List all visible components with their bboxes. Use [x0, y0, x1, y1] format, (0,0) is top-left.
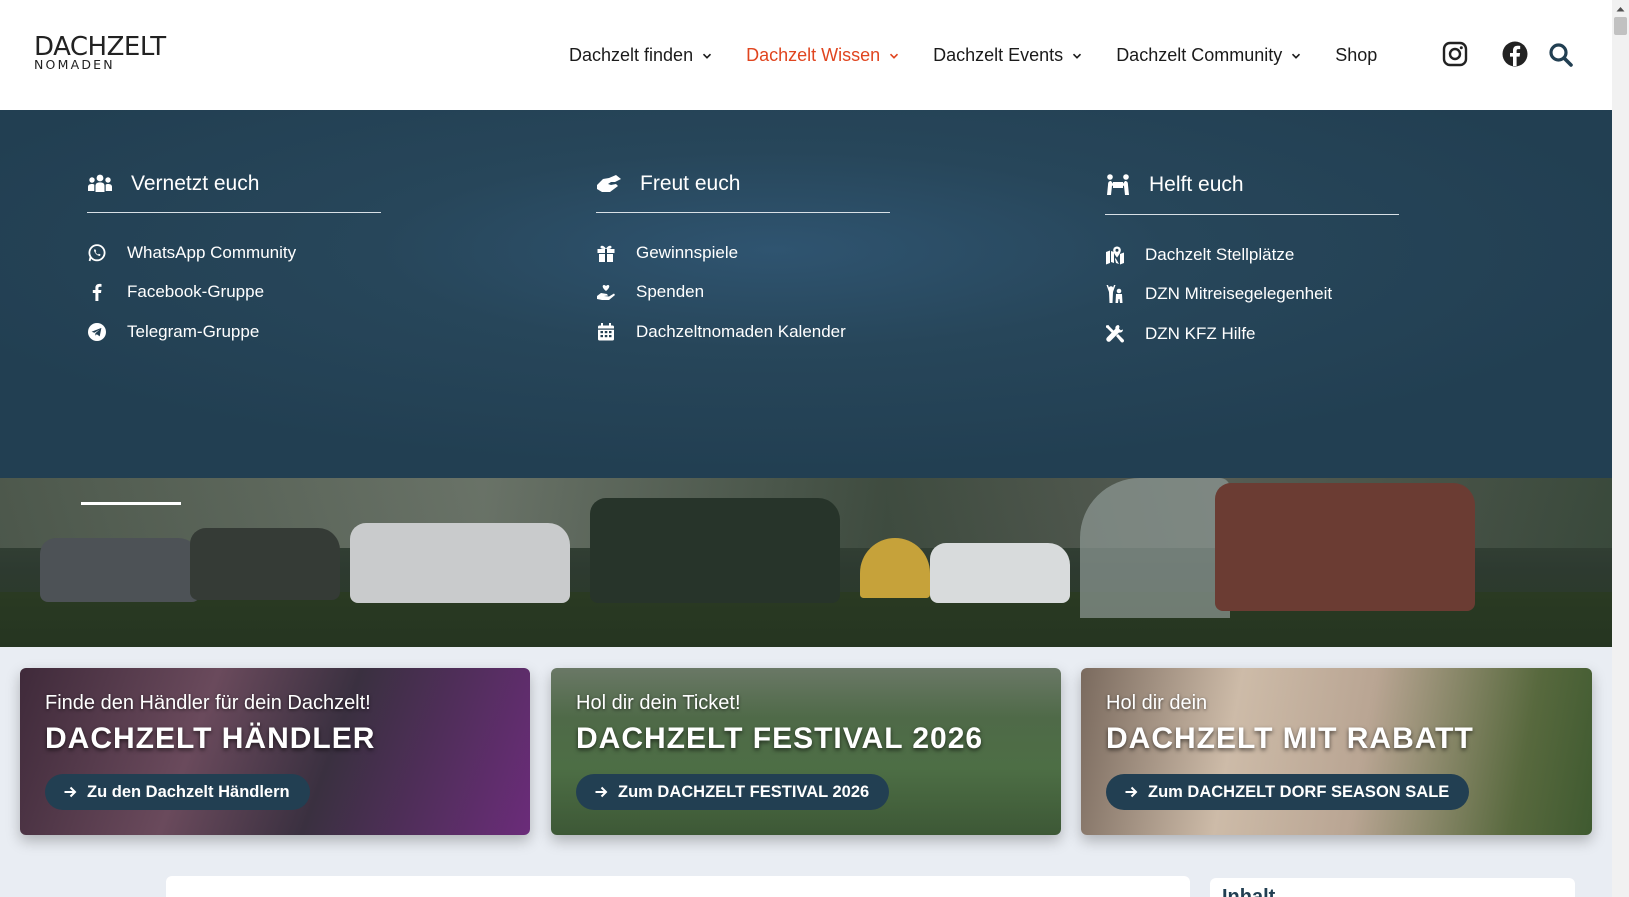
hero-image-car [40, 538, 200, 602]
tools-icon [1106, 324, 1125, 343]
site-header: DACHZELT NOMADEN Dachzelt finden Dachzel… [0, 0, 1612, 110]
promo-card-haendler[interactable]: Finde den Händler für dein Dachzelt! DAC… [20, 668, 530, 835]
hero-divider [81, 502, 181, 505]
calendar-icon [598, 322, 614, 341]
nav-item-dachzelt-community[interactable]: Dachzelt Community [1116, 45, 1301, 66]
main-nav: Dachzelt finden Dachzelt Wissen Dachzelt… [569, 38, 1377, 72]
hero-image-car [1215, 483, 1475, 611]
people-carry-icon [1107, 174, 1129, 195]
menu-item-telegram-gruppe[interactable]: Telegram-Gruppe [87, 312, 387, 352]
chevron-down-icon [703, 53, 712, 59]
chevron-down-icon [1073, 53, 1082, 59]
mega-column-title: Freut euch [596, 166, 896, 202]
site-logo[interactable]: DACHZELT NOMADEN [34, 34, 166, 74]
nav-item-dachzelt-events[interactable]: Dachzelt Events [933, 45, 1082, 66]
mega-column-freut-euch: Freut euch Gewinnspiele Spenden Dachzelt… [596, 166, 896, 352]
menu-item-dzn-kfz-hilfe[interactable]: DZN KFZ Hilfe [1105, 314, 1405, 354]
sidebar-toc-box: Inhalt [1210, 878, 1575, 897]
nav-item-label: Dachzelt finden [569, 44, 694, 65]
telegram-icon [88, 322, 106, 341]
main-content-box [166, 876, 1190, 897]
people-arms-up-icon [1106, 285, 1123, 304]
card-kicker: Finde den Händler für dein Dachzelt! [45, 692, 371, 714]
arrow-right-icon [64, 786, 77, 798]
mega-menu-dachzelt-wissen: Vernetzt euch WhatsApp Community Faceboo… [0, 110, 1612, 478]
hero-image-car [190, 528, 340, 600]
menu-item-gewinnspiele[interactable]: Gewinnspiele [596, 233, 896, 273]
promo-card-rabatt[interactable]: Hol dir dein DACHZELT MIT RABATT Zum DAC… [1081, 668, 1592, 835]
mega-column-title: Helft euch [1105, 166, 1405, 204]
sidebar-toc-label: Inhalt [1222, 886, 1276, 897]
nav-item-label: Dachzelt Wissen [746, 44, 881, 65]
handshake-icon [597, 175, 621, 192]
nav-item-label: Dachzelt Community [1116, 44, 1283, 65]
map-marker-icon [1106, 246, 1124, 265]
card-title: DACHZELT FESTIVAL 2026 [576, 722, 984, 755]
chevron-down-icon [890, 53, 899, 59]
gift-icon [597, 245, 615, 262]
arrow-right-icon [595, 786, 608, 798]
people-group-icon [88, 174, 112, 192]
card-kicker: Hol dir dein Ticket! [576, 692, 741, 714]
nav-item-dachzelt-wissen[interactable]: Dachzelt Wissen [746, 45, 899, 66]
scroll-up-arrow-icon[interactable] [1612, 0, 1629, 17]
donate-hand-icon [597, 285, 615, 301]
card-title: DACHZELT HÄNDLER [45, 722, 376, 755]
mega-column-title: Vernetzt euch [87, 166, 387, 202]
hero-image-tent [1080, 478, 1230, 618]
mega-column-helft-euch: Helft euch Dachzelt Stellplätze DZN Mitr… [1105, 166, 1405, 354]
nav-item-label: Dachzelt Events [933, 44, 1064, 65]
menu-item-dachzeltnomaden-kalender[interactable]: Dachzeltnomaden Kalender [596, 312, 896, 352]
menu-item-dachzelt-stellplaetze[interactable]: Dachzelt Stellplätze [1105, 235, 1405, 275]
hero-image-car [590, 498, 840, 603]
card-title: DACHZELT MIT RABATT [1106, 722, 1474, 755]
mega-column-vernetzt-euch: Vernetzt euch WhatsApp Community Faceboo… [87, 166, 387, 352]
menu-item-spenden[interactable]: Spenden [596, 273, 896, 313]
card-button-season-sale[interactable]: Zum DACHZELT DORF SEASON SALE [1106, 774, 1470, 810]
divider [87, 212, 381, 213]
page-scrollbar[interactable] [1612, 0, 1629, 897]
hero-image [0, 478, 1612, 647]
search-icon[interactable] [1548, 42, 1574, 68]
hero-image-car [350, 523, 570, 603]
card-kicker: Hol dir dein [1106, 692, 1208, 714]
scrollbar-thumb[interactable] [1614, 17, 1627, 35]
menu-item-whatsapp-community[interactable]: WhatsApp Community [87, 233, 387, 273]
divider [1105, 214, 1399, 215]
chevron-down-icon [1292, 53, 1301, 59]
menu-item-dzn-mitreisegelegenheit[interactable]: DZN Mitreisegelegenheit [1105, 275, 1405, 315]
promo-card-festival[interactable]: Hol dir dein Ticket! DACHZELT FESTIVAL 2… [551, 668, 1061, 835]
hero-image-car [930, 543, 1070, 603]
menu-item-facebook-gruppe[interactable]: Facebook-Gruppe [87, 273, 387, 313]
card-button-festival[interactable]: Zum DACHZELT FESTIVAL 2026 [576, 774, 890, 810]
facebook-f-icon [92, 284, 102, 302]
nav-item-label: Shop [1335, 44, 1378, 65]
card-button-haendler[interactable]: Zu den Dachzelt Händlern [45, 774, 310, 810]
divider [596, 212, 890, 213]
nav-item-shop[interactable]: Shop [1335, 45, 1377, 66]
arrow-right-icon [1125, 786, 1138, 798]
nav-item-dachzelt-finden[interactable]: Dachzelt finden [569, 45, 712, 66]
whatsapp-icon [88, 243, 106, 261]
instagram-icon[interactable] [1441, 40, 1469, 68]
facebook-icon[interactable] [1501, 40, 1529, 68]
